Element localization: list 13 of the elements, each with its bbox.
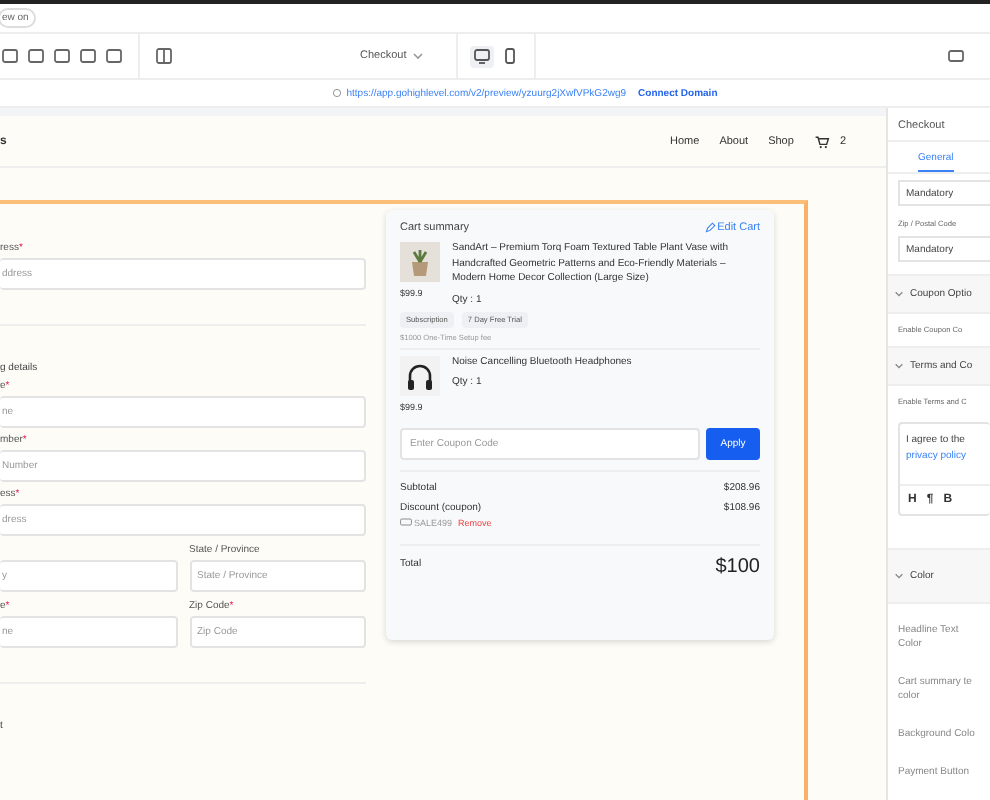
columns-icon[interactable] xyxy=(154,46,174,66)
chevron-icon xyxy=(894,362,904,370)
cart-icon[interactable] xyxy=(813,133,830,149)
chevron-icon xyxy=(894,572,904,580)
desktop-icon[interactable] xyxy=(470,45,494,67)
pencil-icon xyxy=(703,222,716,234)
tag-icon xyxy=(400,518,412,526)
window-icon[interactable] xyxy=(946,46,966,66)
total-amount: $100 xyxy=(715,555,760,577)
chevron-icon xyxy=(894,290,904,298)
headphones-thumbnail xyxy=(400,355,440,395)
caret-icon xyxy=(412,52,425,60)
vase-thumbnail xyxy=(400,242,440,282)
